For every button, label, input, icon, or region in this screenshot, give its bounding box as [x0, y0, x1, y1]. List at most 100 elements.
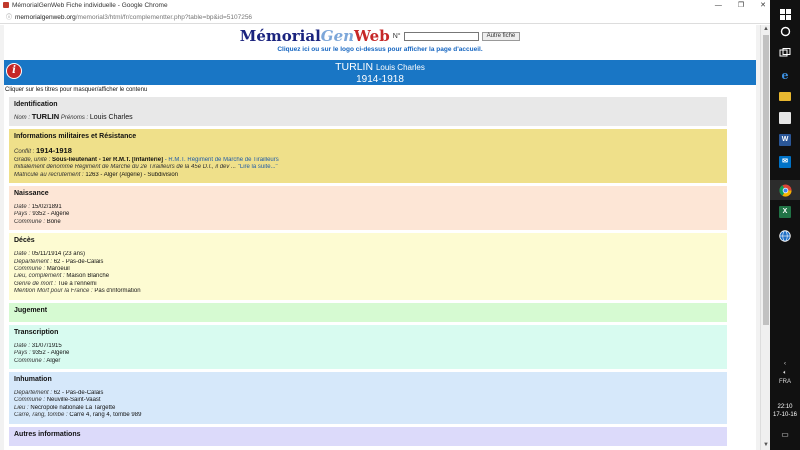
home-link[interactable]: Cliquez ici ou sur le logo ci-dessus pou… — [4, 46, 756, 53]
mail-icon: ✉ — [779, 156, 791, 168]
windows-logo-icon — [779, 8, 791, 20]
row-nom: Nom : TURLIN Prénoms : Louis Charles — [14, 113, 722, 122]
notification-icon[interactable]: ▭ — [770, 430, 800, 439]
section-jugement: Jugement — [9, 302, 727, 322]
label-date: Date : — [14, 342, 31, 349]
label-nom: Nom : — [14, 115, 31, 121]
clock[interactable]: 22:10 17-10-16 — [770, 403, 800, 419]
cortana-button[interactable] — [775, 21, 795, 41]
chrome-app-icon[interactable] — [770, 180, 800, 200]
person-title-band: i TURLIN Louis Charles 1914-1918 — [4, 60, 756, 85]
value-prenoms: Louis Charles — [89, 114, 133, 121]
value-genre: Tué à l'ennemi — [57, 280, 97, 287]
value-commune: Maroeuil — [46, 266, 70, 273]
logo-part-2: Gen — [320, 27, 355, 45]
row-deces-mention: Mention Mort pour la France : Pas d'info… — [14, 288, 722, 295]
value-commune: Bône — [46, 218, 61, 225]
site-favicon-icon — [3, 2, 9, 9]
value-pays: 9352 - Algérie — [32, 350, 70, 357]
url-path: /memorial3/html/fr/complementter.php?tab… — [75, 14, 253, 21]
system-tray: ‹ 🔈︎ FRA — [770, 360, 800, 387]
store-bag-icon — [779, 112, 791, 124]
logo-row: MémorialGenWeb N° Autre fiche — [4, 28, 756, 44]
label-date: Date : — [14, 251, 31, 258]
label-matricule: Matricule au recrutement : — [14, 171, 84, 178]
regiment-link[interactable]: - R.M.T. Régiment de Marche de Tirailleu… — [163, 157, 279, 163]
row-deces-lieu: Lieu, complément : Maison Blanche — [14, 273, 722, 280]
read-more-link[interactable]: "Lire la suite..." — [238, 164, 278, 170]
file-explorer-icon[interactable] — [775, 86, 795, 106]
value-date: 15/02/1891 — [31, 204, 62, 211]
row-naiss-date: Date : 15/02/1891 — [14, 204, 722, 211]
section-autres: Autres informations — [9, 426, 727, 446]
word-app-icon[interactable]: W — [775, 130, 795, 150]
row-deces-genre: Genre de mort : Tué à l'ennemi — [14, 281, 722, 288]
row-conflit: Conflit : 1914-1918 — [14, 147, 722, 156]
chevron-left-icon[interactable]: ‹ — [770, 360, 800, 369]
info-badge-icon: i — [6, 63, 22, 79]
window-controls: — ❐ ✕ — [715, 0, 766, 11]
section-title-jugement[interactable]: Jugement — [14, 306, 722, 316]
minimize-button[interactable]: — — [715, 0, 722, 11]
label-prenoms: Prénoms : — [60, 115, 89, 121]
chrome-window: MémorialGenWeb Fiche individuelle - Goog… — [0, 0, 770, 450]
regiment-description: Initialement dénommé Régiment de Marche … — [14, 164, 237, 171]
label-pays: Pays : — [14, 211, 31, 218]
value-date: 31/07/1915 — [31, 342, 62, 349]
section-title-autres[interactable]: Autres informations — [14, 430, 722, 440]
other-record-button[interactable]: Autre fiche — [481, 31, 521, 41]
page: MémorialGenWeb N° Autre fiche Cliquez ic… — [4, 25, 756, 450]
site-logo[interactable]: MémorialGenWeb — [240, 28, 390, 44]
row-naiss-commune: Commune : Bône — [14, 219, 722, 226]
section-title-naissance[interactable]: Naissance — [14, 189, 722, 199]
globe-app-icon[interactable] — [775, 226, 795, 246]
person-period: 1914-1918 — [356, 74, 404, 85]
word-w-icon: W — [779, 134, 791, 146]
label-lieu: Lieu, complément : — [14, 273, 65, 280]
section-transcription: Transcription Date : 31/07/1915 Pays : 9… — [9, 324, 727, 369]
label-commune: Commune : — [14, 397, 46, 404]
instructions: Cliquer sur les titres pour masquer/affi… — [5, 87, 148, 93]
label-departement: Département : — [14, 258, 53, 265]
section-military: Informations militaires et Résistance Co… — [9, 129, 727, 184]
label-commune: Commune : — [14, 357, 46, 364]
section-title-inhumation[interactable]: Inhumation — [14, 375, 722, 385]
sections: Identification Nom : TURLIN Prénoms : Lo… — [9, 97, 727, 449]
value-nom: TURLIN — [31, 113, 60, 121]
scroll-thumb[interactable] — [763, 35, 769, 325]
section-title-deces[interactable]: Décès — [14, 236, 722, 246]
edge-app-icon[interactable]: e — [775, 65, 795, 85]
maximize-button[interactable]: ❐ — [738, 0, 744, 11]
outlook-app-icon[interactable]: ✉ — [775, 152, 795, 172]
scroll-down-arrow-icon[interactable]: ▼ — [761, 441, 770, 450]
section-title-transcription[interactable]: Transcription — [14, 328, 722, 338]
url-host: memorialgenweb.org — [15, 14, 76, 21]
value-pays: 9352 - Algérie — [32, 211, 70, 218]
keyboard-language[interactable]: FRA — [770, 378, 800, 387]
window-title: MémorialGenWeb Fiche individuelle - Goog… — [12, 2, 168, 9]
row-initial: Initialement dénommé Régiment de Marche … — [14, 164, 722, 171]
label-carre: Carré, rang, tombe : — [14, 412, 68, 419]
section-title-identification[interactable]: Identification — [14, 100, 722, 110]
value-lieu: Maison Blanche — [66, 273, 110, 280]
section-title-military[interactable]: Informations militaires et Résistance — [14, 132, 722, 142]
excel-app-icon[interactable]: X — [775, 202, 795, 222]
record-number-input[interactable] — [403, 31, 479, 41]
browser-viewport: MémorialGenWeb N° Autre fiche Cliquez ic… — [0, 25, 770, 450]
task-view-button[interactable] — [775, 43, 795, 63]
windows-taskbar: e W ✉ X ‹ 🔈︎ FRA 22:10 17-10-16 ▭ — [770, 0, 800, 450]
record-number-label: N° — [392, 32, 401, 40]
row-trans-commune: Commune : Alger — [14, 358, 722, 365]
label-lieu: Lieu : — [14, 404, 29, 411]
store-app-icon[interactable] — [775, 108, 795, 128]
scroll-up-arrow-icon[interactable]: ▲ — [761, 25, 770, 34]
page-scrollbar[interactable]: ▲ ▼ — [760, 25, 770, 450]
value-commune: Neuville-Saint-Vaast — [46, 397, 101, 404]
row-inhum-lieu: Lieu : Nécropole nationale La Targette — [14, 405, 722, 412]
volume-icon[interactable]: 🔈︎ — [770, 369, 800, 378]
address-bar[interactable]: ⓘ memorialgenweb.org/memorial3/html/fr/co… — [0, 11, 770, 24]
section-naissance: Naissance Date : 15/02/1891 Pays : 9352 … — [9, 186, 727, 231]
row-grade: Grade, unité : Sous-lieutenant - 1er R.M… — [14, 157, 722, 164]
info-icon[interactable]: ⓘ — [6, 15, 12, 21]
close-button[interactable]: ✕ — [760, 0, 766, 11]
